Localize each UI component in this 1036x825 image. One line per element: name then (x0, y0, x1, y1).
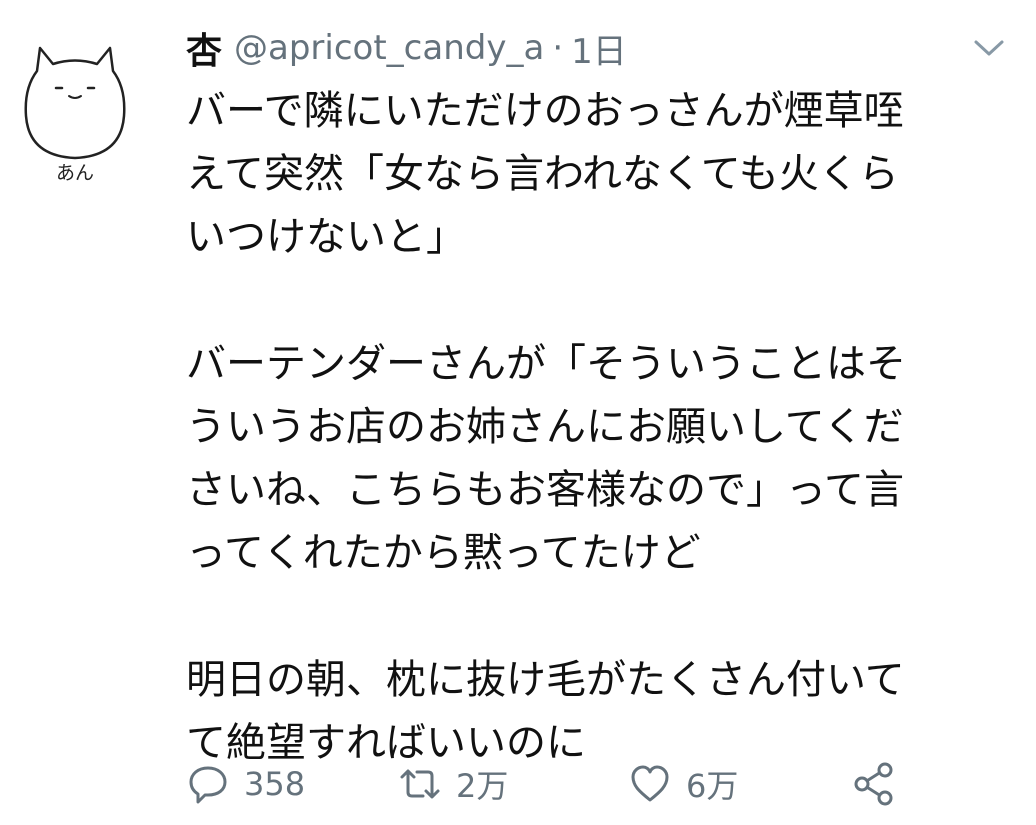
tweet-actions: 358 2万 6万 (186, 752, 898, 816)
heart-icon (631, 765, 669, 802)
cat-avatar-drawing: あん (24, 46, 126, 184)
tweet-timestamp[interactable]: 1日 (571, 24, 627, 73)
avatar[interactable]: あん (18, 26, 133, 186)
retweet-count: 2万 (456, 767, 509, 805)
tweet-line: バーテンダーさんが「そういうことはそ (186, 341, 906, 387)
chevron-down-icon (974, 40, 1004, 56)
share-button[interactable] (850, 760, 898, 808)
tweet-line: ういうお店のお姉さんにお願いしてくだ (186, 404, 904, 450)
like-count: 6万 (686, 767, 739, 805)
display-name[interactable]: 杏 (186, 22, 222, 74)
reply-button[interactable]: 358 (186, 762, 398, 806)
tweet-line: バーで隣にいただけのおっさんが煙草咥 (186, 88, 904, 134)
avatar-caption: あん (56, 162, 94, 184)
reply-count: 358 (244, 765, 306, 803)
tweet-line: 明日の朝、枕に抜け毛がたくさん付いて (186, 657, 905, 703)
tweet-line: えて突然「女なら言われなくても火くら (186, 151, 899, 197)
speech-bubble-icon (189, 766, 227, 804)
tweet-line: ってくれたから黙ってたけど (186, 530, 701, 576)
user-handle[interactable]: @apricot_candy_a (234, 28, 544, 68)
tweet-text: バーで隣にいただけのおっさんが煙草咥 えて突然「女なら言われなくても火くら いつ… (186, 80, 1006, 775)
tweet-header: 杏 @apricot_candy_a · 1日 (186, 20, 627, 76)
header-separator: · (552, 28, 564, 68)
retweet-button[interactable]: 2万 (398, 761, 628, 807)
like-button[interactable]: 6万 (628, 761, 850, 807)
tweet-line: さいね、こちらもお客様なので」って言 (186, 467, 904, 513)
tweet-menu-button[interactable] (972, 38, 1006, 58)
tweet-line: いつけないと」 (186, 214, 466, 260)
retweet-arrows-icon (400, 769, 440, 799)
share-icon (854, 762, 893, 806)
